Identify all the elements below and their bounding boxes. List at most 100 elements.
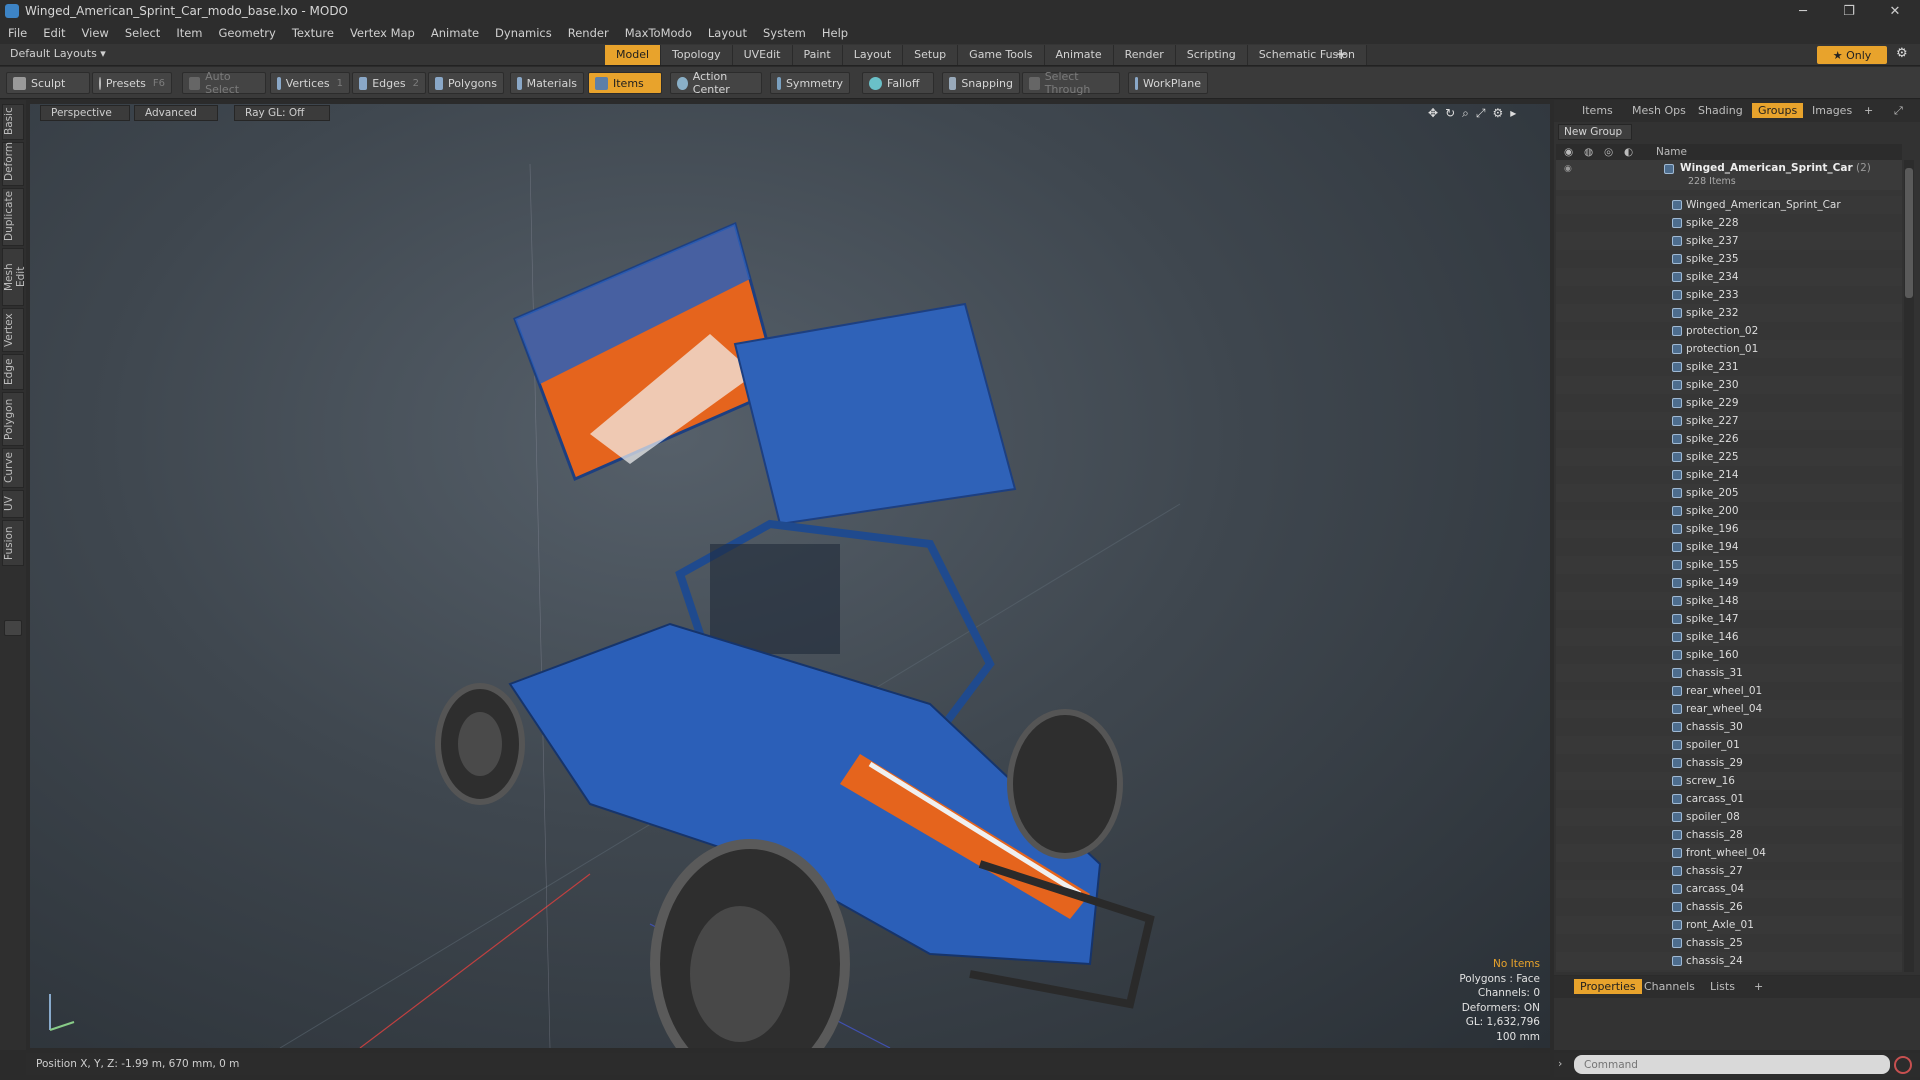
tab-topology[interactable]: Topology [661,45,733,65]
tab-lists[interactable]: Lists [1710,980,1735,993]
left-tab-polygon[interactable]: Polygon [2,392,24,446]
left-tab-curve[interactable]: Curve [2,448,24,488]
menu-help[interactable]: Help [814,26,856,40]
tab-mesh-ops[interactable]: Mesh Ops [1632,104,1686,117]
advanced-button[interactable]: Advanced [134,105,218,121]
menu-edit[interactable]: Edit [35,26,73,40]
eye-icon[interactable]: ◉ [1564,146,1573,158]
menu-texture[interactable]: Texture [284,26,342,40]
list-item[interactable]: spike_227 [1556,412,1902,430]
minimize-button[interactable]: ─ [1780,0,1826,22]
snapping-button[interactable]: Snapping [942,72,1020,94]
sculpt-button[interactable]: Sculpt [6,72,90,94]
scrollbar-thumb[interactable] [1905,168,1913,298]
list-item[interactable]: spike_148 [1556,592,1902,610]
list-item[interactable]: rear_wheel_01 [1556,682,1902,700]
viewport-settings-icon[interactable]: ⚙ [1492,106,1503,120]
list-item[interactable]: chassis_26 [1556,898,1902,916]
list-item[interactable]: chassis_25 [1556,934,1902,952]
render-icon[interactable]: ◎ [1604,146,1613,158]
tab-shading[interactable]: Shading [1698,104,1743,117]
tab-setup[interactable]: Setup [903,45,959,65]
rotate-icon[interactable]: ↻ [1445,106,1455,120]
tab-animate[interactable]: Animate [1044,45,1114,65]
list-item[interactable]: spike_147 [1556,610,1902,628]
list-item[interactable]: screw_16 [1556,772,1902,790]
menu-maxtomodo[interactable]: MaxToModo [617,26,700,40]
only-toggle[interactable]: ★ Only [1817,46,1887,64]
tab-properties[interactable]: Properties [1574,979,1642,994]
menu-system[interactable]: System [755,26,814,40]
menu-layout[interactable]: Layout [700,26,755,40]
list-item[interactable]: spike_226 [1556,430,1902,448]
vertices-button[interactable]: Vertices 1 [270,72,350,94]
pan-icon[interactable]: ✥ [1428,106,1438,120]
zoom-icon[interactable]: ⌕ [1462,106,1469,121]
left-tab-fusion[interactable]: Fusion [2,520,24,566]
list-item[interactable]: spike_229 [1556,394,1902,412]
tab-game-tools[interactable]: Game Tools [958,45,1045,65]
menu-render[interactable]: Render [560,26,617,40]
presets-button[interactable]: Presets F6 [92,72,172,94]
group-visible-icon[interactable]: ◉ [1564,164,1572,174]
menu-geometry[interactable]: Geometry [211,26,284,40]
list-item[interactable]: Winged_American_Sprint_Car [1556,196,1902,214]
group-row[interactable]: ◉ Winged_American_Sprint_Car (2) 228 Ite… [1556,160,1902,190]
list-item[interactable]: spoiler_01 [1556,736,1902,754]
new-group-button[interactable]: New Group [1558,124,1632,140]
list-scrollbar[interactable] [1904,160,1914,972]
list-item[interactable]: spike_155 [1556,556,1902,574]
workplane-button[interactable]: WorkPlane [1128,72,1208,94]
tab-groups[interactable]: Groups [1752,103,1804,118]
tab-images[interactable]: Images [1812,104,1852,117]
menu-animate[interactable]: Animate [423,26,487,40]
list-item[interactable]: spike_214 [1556,466,1902,484]
tab-layout[interactable]: Layout [842,45,904,65]
materials-button[interactable]: Materials [510,72,584,94]
left-tab-basic[interactable]: Basic [2,104,24,140]
add-tab-button[interactable]: + [1335,45,1348,63]
list-item[interactable]: spike_233 [1556,286,1902,304]
list-item[interactable]: carcass_04 [1556,880,1902,898]
list-item[interactable]: chassis_27 [1556,862,1902,880]
command-stop-icon[interactable] [1894,1056,1912,1074]
perspective-button[interactable]: Perspective [40,105,130,121]
left-tab-edge[interactable]: Edge [2,354,24,390]
list-item[interactable]: protection_02 [1556,322,1902,340]
left-tab-duplicate[interactable]: Duplicate [2,188,24,246]
symmetry-button[interactable]: Symmetry [770,72,850,94]
command-input[interactable] [1574,1055,1890,1074]
groups-list[interactable]: ◉ Winged_American_Sprint_Car (2) 228 Ite… [1556,160,1902,972]
menu-file[interactable]: File [0,26,35,40]
list-item[interactable]: spike_200 [1556,502,1902,520]
raygl-button[interactable]: Ray GL: Off [234,105,330,121]
list-item[interactable]: chassis_30 [1556,718,1902,736]
add-properties-tab-icon[interactable]: + [1754,980,1763,993]
left-tab-deform[interactable]: Deform [2,142,24,186]
list-item[interactable]: spike_228 [1556,214,1902,232]
tab-items[interactable]: Items [1582,104,1613,117]
menu-dynamics[interactable]: Dynamics [487,26,560,40]
list-item[interactable]: chassis_31 [1556,664,1902,682]
menu-vertex-map[interactable]: Vertex Map [342,26,423,40]
tab-uvedit[interactable]: UVEdit [732,45,793,65]
left-tab-vertex[interactable]: Vertex [2,308,24,352]
items-button[interactable]: Items [588,72,662,94]
list-item[interactable]: spoiler_08 [1556,808,1902,826]
list-item[interactable]: spike_225 [1556,448,1902,466]
lock-icon[interactable]: ◍ [1584,146,1593,158]
edges-button[interactable]: Edges 2 [352,72,426,94]
list-item[interactable]: spike_149 [1556,574,1902,592]
select-icon[interactable]: ◐ [1624,146,1633,158]
viewport-menu-icon[interactable]: ▸ [1510,106,1516,120]
list-item[interactable]: spike_146 [1556,628,1902,646]
maximize-button[interactable]: ❐ [1826,0,1872,22]
left-tab-mesh-edit[interactable]: Mesh Edit [2,248,27,306]
list-item[interactable]: rear_wheel_04 [1556,700,1902,718]
expand-panel-icon[interactable]: ⤢ [1894,104,1903,118]
gear-icon[interactable]: ⚙ [1896,46,1908,61]
list-item[interactable]: protection_01 [1556,340,1902,358]
tab-schematic-fusion[interactable]: Schematic Fusion [1247,45,1368,65]
list-item[interactable]: spike_232 [1556,304,1902,322]
menu-view[interactable]: View [74,26,117,40]
